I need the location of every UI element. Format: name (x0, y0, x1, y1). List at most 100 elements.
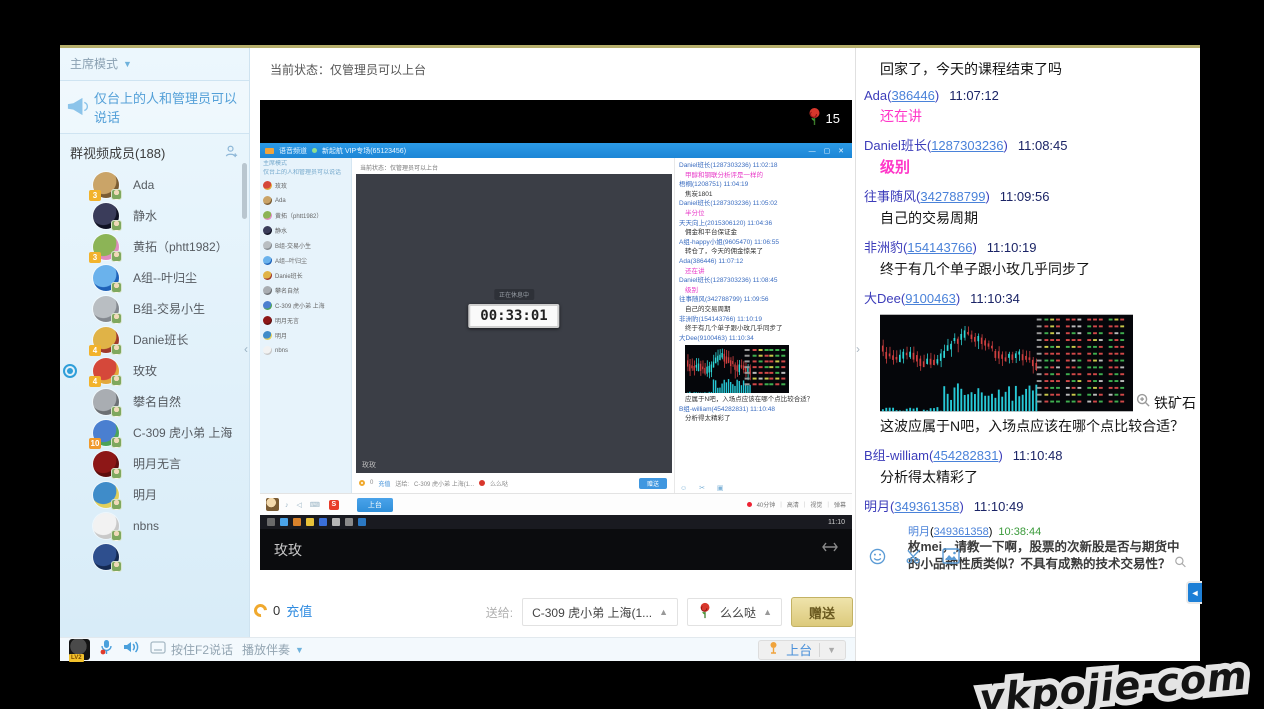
member-avatar: 3 (93, 234, 119, 260)
collapse-right-panel-icon[interactable]: › (856, 342, 860, 356)
chat-sender-id-link[interactable]: 9100463 (905, 291, 956, 306)
member-avatar: 10 (93, 420, 119, 446)
chat-sender-id-link[interactable]: 1287303236 (931, 138, 1003, 153)
avatar (266, 498, 279, 511)
send-image-icon[interactable] (942, 548, 960, 570)
member-row[interactable]: 4 Danie班长 (60, 324, 249, 355)
mini-figure-icon (111, 251, 122, 262)
stage-mic-icon (768, 641, 779, 658)
recharge-link[interactable]: 充值 (286, 601, 312, 620)
taskbar-app-icon (358, 518, 366, 526)
chat-message-text: 级别 (880, 158, 1196, 177)
chat-sender-name: Ada (864, 88, 887, 103)
member-avatar (93, 482, 119, 508)
member-list-scrollbar[interactable] (242, 163, 247, 219)
chat-sender-id-link[interactable]: 349361358 (894, 499, 959, 514)
video-area: 15 语音频道 新起航 VIP专场(65123456) — ▢ ✕ 主席模式 (260, 100, 852, 570)
member-avatar: 4 (93, 358, 119, 384)
play-accompaniment-control[interactable]: 播放伴奏 ▼ (242, 641, 304, 658)
speaker-icon[interactable] (123, 639, 141, 660)
quoted-sender-id-link[interactable]: 349361358 (934, 526, 989, 538)
go-on-stage-button[interactable]: 上台 ▼ (758, 640, 846, 660)
push-to-talk-control[interactable]: 按住F2说话 (150, 641, 233, 659)
mode-selector[interactable]: 主席模式 ▼ (60, 48, 249, 72)
resize-video-icon[interactable] (822, 540, 838, 559)
collapse-left-panel-icon[interactable]: ‹ (244, 342, 248, 356)
candlestick-chart-thumbnail[interactable] (880, 313, 1133, 413)
shared-member-row: 黄拓（phtt1982） (263, 208, 351, 223)
member-row[interactable]: B组-交易小生 (60, 293, 249, 324)
chat-sender-id-link[interactable]: 342788799 (920, 189, 985, 204)
center-panel: 当前状态：仅管理员可以上台 15 语音频道 新起航 VIP专场(65123456… (250, 48, 855, 637)
member-name: Danie班长 (133, 331, 188, 348)
level-badge: 4 (89, 345, 101, 356)
chat-message-text: 回家了，今天的课程结束了吗 (880, 60, 1196, 79)
shared-member-row: 明月 (263, 328, 351, 343)
member-row[interactable] (60, 541, 249, 572)
shared-member-row: B组-交易小生 (263, 238, 351, 253)
coin-icon (359, 480, 365, 486)
my-avatar[interactable]: LV2 (69, 639, 90, 660)
gift-recipient-select[interactable]: C-309 虎小弟 上海(1... ▲ (522, 598, 678, 626)
magnifier-icon[interactable] (1171, 557, 1187, 571)
member-name: 玫玫 (133, 362, 157, 379)
chat-sender-name: 往事随风 (864, 189, 916, 204)
shared-announcement: 仅台上的人和管理员可以说话 (263, 169, 351, 178)
screen: 主席模式 ▼ 仅台上的人和管理员可以说话 群视频成员(188) 3Ada静水3黄… (0, 0, 1264, 709)
mini-figure-icon (111, 468, 122, 479)
member-row[interactable]: 4 玫玫 (60, 355, 249, 386)
chat-message-header: 明月(349361358)11:10:49 (864, 496, 1196, 515)
member-row[interactable]: 明月无言 (60, 448, 249, 479)
shared-chat-line: 分析得太精彩了 (679, 414, 848, 424)
member-row[interactable]: 10C-309 虎小弟 上海 (60, 417, 249, 448)
shared-member-name: C-309 虎小弟 上海 (275, 301, 325, 310)
taskbar-app-icon (345, 518, 353, 526)
quoted-message-header: 明月(349361358)10:38:44 (908, 523, 1190, 539)
quoted-sender-name: 明月 (908, 526, 930, 538)
mini-figure-icon (111, 220, 122, 231)
emoji-icon[interactable] (869, 548, 886, 570)
send-gift-button[interactable]: 赠送 (791, 597, 853, 627)
chat-sender-id-link[interactable]: 454282831 (933, 448, 998, 463)
shared-member-avatar (263, 241, 272, 250)
shared-member-name: Danie班长 (275, 271, 303, 280)
shared-member-row: nbns (263, 343, 351, 358)
zoom-in-icon[interactable] (1136, 393, 1151, 413)
member-row[interactable]: 3 黄拓（phtt1982） (60, 231, 249, 262)
shared-stage-button: 上台 (357, 498, 393, 512)
shared-member-name: B组-交易小生 (275, 241, 311, 250)
watermark: ykpojie·com ykpojie·com (978, 653, 1250, 709)
shared-member-avatar (263, 181, 272, 190)
chat-message-text: 还在讲 (880, 107, 1196, 126)
shared-chat-line: 转仓了，今天的佣金惊呆了 (679, 247, 848, 257)
member-row[interactable]: 明月 (60, 479, 249, 510)
member-name: 攀名自然 (133, 393, 181, 410)
screenshot-scissors-icon[interactable] (905, 548, 923, 570)
chat-message-list: 回家了，今天的课程结束了吗Ada(386446)11:07:12还在讲Danie… (856, 48, 1200, 580)
megaphone-icon (66, 96, 88, 119)
coin-icon (251, 601, 269, 619)
mini-figure-icon (111, 344, 122, 355)
panel-flag-icon[interactable]: ◄ (1186, 581, 1202, 604)
chat-message-header: Ada(386446)11:07:12 (864, 88, 1196, 103)
member-row[interactable]: 静水 (60, 200, 249, 231)
add-member-icon[interactable] (224, 144, 239, 162)
shared-member-avatar (263, 196, 272, 205)
member-row[interactable]: 攀名自然 (60, 386, 249, 417)
gift-type-select[interactable]: 么么哒 ▲ (687, 598, 782, 626)
chat-sender-id-link[interactable]: 386446 (891, 88, 934, 103)
shared-titlebar-left-text: 语音频道 (279, 146, 307, 156)
chat-image-message: 铁矿石 (880, 313, 1196, 413)
shared-member-row: 静水 (263, 223, 351, 238)
member-row[interactable]: nbns (60, 510, 249, 541)
microphone-muted-icon[interactable] (99, 639, 114, 661)
break-timer: 00:33:01 (468, 304, 559, 328)
chat-sender-id-link[interactable]: 154143766 (907, 240, 972, 255)
member-row[interactable]: 3Ada (60, 169, 249, 200)
tab-separator: | (827, 502, 829, 508)
member-row[interactable]: A组--叶归尘 (60, 262, 249, 293)
mode-label: 主席模式 (70, 55, 118, 72)
member-name: 黄拓（phtt1982） (133, 238, 228, 255)
shared-bottom-toolbar: ♪ ◁ ⌨ S 上台 40分钟|高清|视觉|弹幕 (260, 493, 852, 515)
shared-gift-bar: 0 充值 送给: C-309 虎小弟 上海(1... 么么哒 赠送 (352, 473, 674, 493)
